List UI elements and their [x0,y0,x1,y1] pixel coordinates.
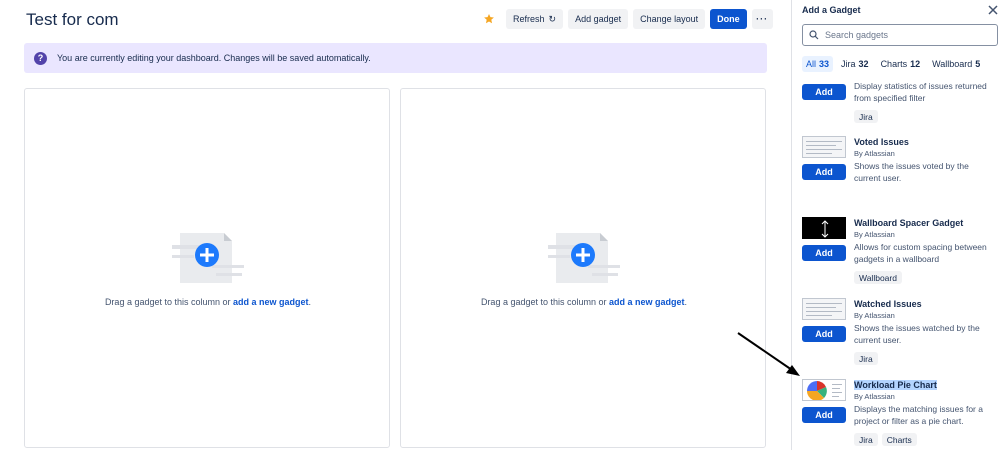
gadget-name: Wallboard Spacer Gadget [854,218,964,228]
add-button[interactable]: Add [802,245,846,261]
gadget-author: By Atlassian [854,311,895,320]
more-options-button[interactable]: ··· [751,9,773,29]
tag-jira: Jira [854,110,878,123]
search-box[interactable] [802,24,998,46]
gadget-description-line: Shows the issues watched by the [854,323,980,333]
category-filters: All 33 Jira 32 Charts 12 Wallboard 5 [802,56,988,72]
refresh-button[interactable]: Refresh ↻ [506,9,564,29]
add-button[interactable]: Add [802,326,846,342]
star-icon[interactable] [480,9,498,29]
add-gadget-button[interactable]: Add gadget [568,9,629,29]
gadget-description: Shows the issues voted by the current us… [854,160,996,184]
refresh-icon: ↻ [548,13,557,24]
filter-charts[interactable]: Charts 12 [877,56,925,72]
gadget-author: By Atlassian [854,149,895,158]
add-gadget-panel: Add a Gadget All33 Jira32 Charts12 Wallb… [791,0,999,450]
gadget-description-line: Display statistics of issues returned [854,81,987,91]
gadget-name: Workload Pie Chart [854,380,937,390]
gadget-tags: Jira [854,110,882,123]
voted-issues-thumbnail [802,136,846,158]
dashboard-edit-screen: Test for com Refresh ↻ Add gadget Change… [0,0,999,450]
filter-jira[interactable]: Jira 32 [837,56,873,72]
filter-label: Wallboard [932,59,973,69]
gadget-description: Allows for custom spacing between gadget… [854,241,996,265]
gadget-item-voted-issues: Add Voted Issues By Atlassian Shows the … [792,136,999,216]
tag-jira: Jira [854,433,878,446]
close-icon[interactable] [987,4,999,16]
dashboard-column-left[interactable]: Drag a gadget to this column or add a ne… [24,88,390,448]
dashboard-toolbar: Refresh ↻ Add gadget Change layout Done … [480,9,778,29]
watched-issues-thumbnail [802,298,846,320]
gadget-description-line: gadgets in a wallboard [854,254,940,264]
gadget-description-line: current user. [854,173,902,183]
filter-wallboard[interactable]: Wallboard 5 [928,56,984,72]
gadget-description-line: Displays the matching issues for a [854,404,983,414]
filter-label: All [806,59,817,69]
question-icon: ? [34,51,47,65]
gadget-author: By Atlassian [854,230,895,239]
refresh-label: Refresh [513,14,545,24]
banner-text: You are currently editing your dashboard… [57,53,371,63]
gadget-description-line: Allows for custom spacing between [854,242,987,252]
gadget-list[interactable]: Add Display statistics of issues returne… [792,76,999,450]
gadget-description: Display statistics of issues returned fr… [854,80,996,104]
gadget-description-line: from specified filter [854,93,926,103]
gadget-description-line: Shows the issues voted by the [854,161,969,171]
add-button[interactable]: Add [802,164,846,180]
add-gadget-illustration-icon [548,233,620,283]
filter-label: Jira [841,59,856,69]
filter-count: 32 [858,59,869,69]
empty-column-suffix: . [684,297,688,307]
filter-label: Charts [880,59,908,69]
add-gadget-illustration-icon [172,233,244,283]
gadget-name: Voted Issues [854,137,909,147]
change-layout-button[interactable]: Change layout [633,9,706,29]
gadget-tags: Jira [854,352,882,365]
gadget-tags: Jira Charts [854,433,921,446]
editing-info-banner: ? You are currently editing your dashboa… [24,43,767,73]
gadget-name: Watched Issues [854,299,922,309]
empty-column-text: Drag a gadget to this column or add a ne… [401,297,767,307]
search-input[interactable] [825,30,995,40]
gadget-description: Shows the issues watched by the current … [854,322,996,346]
tag-charts: Charts [881,433,917,446]
tag-wallboard: Wallboard [854,271,902,284]
dashboard-main: Test for com Refresh ↻ Add gadget Change… [0,0,790,450]
filter-count: 12 [910,59,921,69]
gadget-tags: Wallboard [854,271,906,284]
empty-column-suffix: . [308,297,312,307]
done-button[interactable]: Done [710,9,747,29]
panel-title: Add a Gadget [802,5,861,15]
wallboard-spacer-thumbnail [802,217,846,239]
filter-count: 5 [975,59,981,69]
gadget-item-watched-issues: Add Watched Issues By Atlassian Shows th… [792,298,999,378]
add-button[interactable]: Add [802,407,846,423]
tag-jira: Jira [854,352,878,365]
page-title: Test for com [26,10,119,29]
gadget-description: Displays the matching issues for a proje… [854,403,996,427]
empty-column-message: Drag a gadget to this column or [104,297,234,307]
gadget-author: By Atlassian [854,392,895,401]
empty-column-message: Drag a gadget to this column or [480,297,610,307]
add-new-gadget-link[interactable]: add a new gadget [233,297,309,307]
add-button[interactable]: Add [802,84,846,100]
gadget-item-wallboard-spacer: Add Wallboard Spacer Gadget By Atlassian… [792,217,999,297]
dashboard-column-right[interactable]: Drag a gadget to this column or add a ne… [400,88,766,448]
gadget-item-statistics: Add Display statistics of issues returne… [792,76,999,126]
search-icon [809,30,819,40]
filter-count: 33 [819,59,830,69]
gadget-item-workload-pie-chart: Add Workload Pie Chart By Atlassian Disp… [792,379,999,450]
gadget-description-line: project or filter as a pie chart. [854,416,964,426]
add-new-gadget-link[interactable]: add a new gadget [609,297,685,307]
workload-pie-chart-thumbnail [802,379,846,401]
empty-column-text: Drag a gadget to this column or add a ne… [25,297,391,307]
gadget-description-line: current user. [854,335,902,345]
filter-all[interactable]: All 33 [802,56,834,72]
